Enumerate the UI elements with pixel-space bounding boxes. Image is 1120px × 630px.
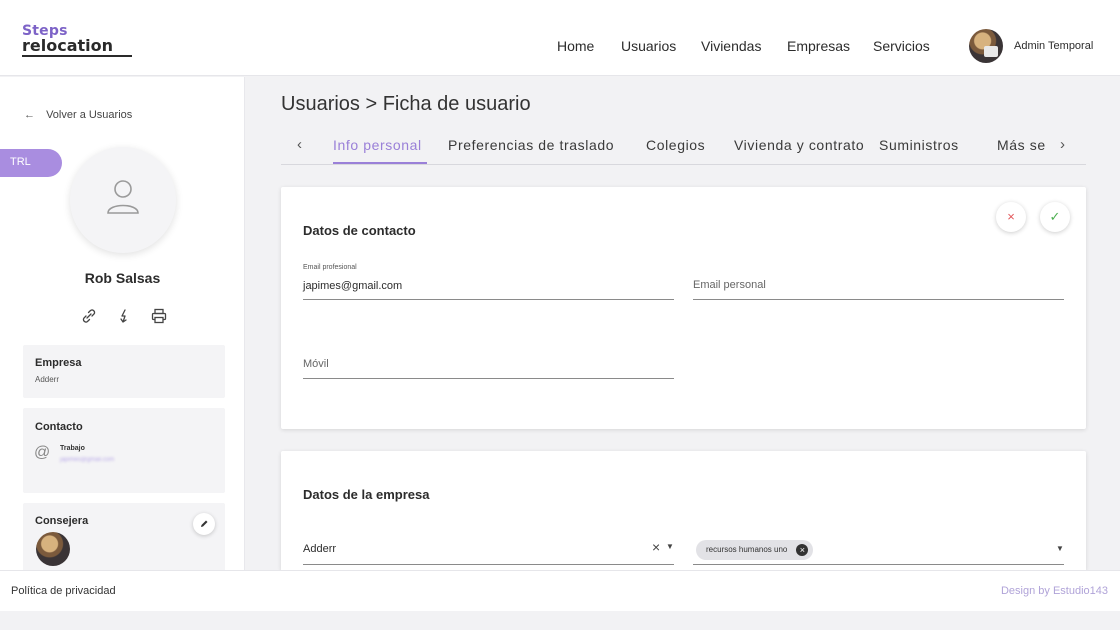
company-select-underline <box>303 564 674 565</box>
nav-viviendas[interactable]: Viviendas <box>701 38 761 54</box>
app-root: Steps relocation Home Usuarios Viviendas… <box>0 0 1120 630</box>
tab-vivienda[interactable]: Vivienda y contrato <box>734 137 864 153</box>
empresa-panel: Datos de la empresa Adderr × ▼ recursos … <box>281 451 1086 570</box>
tab-info-personal[interactable]: Info personal <box>333 137 422 153</box>
brand-logo[interactable]: Steps relocation <box>22 24 132 64</box>
pencil-icon <box>201 520 208 527</box>
user-icon <box>107 180 139 214</box>
profile-actions <box>80 307 170 329</box>
clear-icon[interactable]: × <box>652 539 660 555</box>
user-sidebar: ← Volver a Usuarios TRL Rob Salsas Empre… <box>0 77 245 570</box>
email-personal-underline <box>693 299 1064 300</box>
company-select-value: Adderr <box>303 543 337 555</box>
email-profesional-underline <box>303 299 674 300</box>
empresa-card: Empresa Adderr <box>23 345 225 398</box>
empresa-panel-title: Datos de la empresa <box>303 487 430 502</box>
movil-underline <box>303 378 674 379</box>
check-icon: ✓ <box>1049 209 1061 224</box>
profile-avatar <box>70 147 176 253</box>
confirm-button[interactable]: ✓ <box>1040 202 1070 232</box>
brand-line-2: relocation <box>22 38 132 57</box>
back-link[interactable]: ← Volver a Usuarios <box>24 109 132 121</box>
active-tab-indicator <box>333 162 427 164</box>
consejera-title: Consejera <box>35 515 89 527</box>
tab-suministros[interactable]: Suministros <box>879 137 959 153</box>
print-icon[interactable] <box>150 307 168 325</box>
chevron-right-icon[interactable]: › <box>1060 136 1065 153</box>
at-icon: @ <box>34 444 51 461</box>
design-credit[interactable]: Design by Estudio143 <box>1001 585 1108 597</box>
page-title: Usuarios > Ficha de usuario <box>281 93 531 115</box>
close-icon: × <box>1007 209 1015 224</box>
edit-consejera-button[interactable] <box>193 513 215 535</box>
contact-panel-title: Datos de contacto <box>303 223 416 238</box>
page-footer: Política de privacidad Design by Estudio… <box>0 570 1120 611</box>
contacto-card: Contacto @ Trabajo japimes@gmail.com <box>23 408 225 493</box>
email-profesional-value[interactable]: japimes@gmail.com <box>303 280 402 292</box>
profile-name: Rob Salsas <box>84 270 161 286</box>
chevron-down-icon[interactable]: ▼ <box>1056 544 1064 553</box>
chevron-down-icon[interactable]: ▼ <box>666 542 674 551</box>
contacto-email[interactable]: japimes@gmail.com <box>60 457 114 463</box>
contacto-title: Contacto <box>35 421 83 433</box>
contact-panel: Datos de contacto × ✓ Email profesional … <box>281 187 1086 429</box>
nav-usuarios[interactable]: Usuarios <box>621 38 676 54</box>
tab-preferencias[interactable]: Preferencias de traslado <box>448 137 614 153</box>
department-chip: recursos humanos uno × <box>696 540 814 560</box>
tab-colegios[interactable]: Colegios <box>646 137 705 153</box>
nav-empresas[interactable]: Empresas <box>787 38 850 54</box>
user-name[interactable]: Admin Temporal <box>1014 40 1093 52</box>
department-chip-label: recursos humanos uno <box>706 545 788 554</box>
movil-placeholder[interactable]: Móvil <box>303 358 329 370</box>
department-select-underline <box>693 564 1064 565</box>
tab-mas[interactable]: Más se <box>997 137 1046 153</box>
top-header: Steps relocation Home Usuarios Viviendas… <box>0 0 1120 76</box>
nav-servicios[interactable]: Servicios <box>873 38 930 54</box>
cancel-button[interactable]: × <box>996 202 1026 232</box>
privacy-link[interactable]: Política de privacidad <box>11 585 116 597</box>
chevron-left-icon[interactable]: ‹ <box>297 136 302 153</box>
contacto-label: Trabajo <box>60 445 85 452</box>
consejera-avatar <box>36 532 70 566</box>
profile-tabs: ‹ Info personal Preferencias de traslado… <box>281 128 1086 165</box>
email-personal-placeholder[interactable]: Email personal <box>693 279 766 291</box>
arrow-left-icon: ← <box>24 109 35 121</box>
download-icon[interactable] <box>115 307 133 325</box>
back-link-label: Volver a Usuarios <box>46 109 133 121</box>
role-badge: TRL <box>0 149 62 177</box>
nav-home[interactable]: Home <box>557 38 594 54</box>
empresa-title: Empresa <box>35 357 82 369</box>
remove-chip-icon[interactable]: × <box>796 544 809 556</box>
email-profesional-label: Email profesional <box>303 264 357 271</box>
user-avatar[interactable] <box>969 29 1003 63</box>
empresa-value: Adderr <box>35 375 60 384</box>
link-icon[interactable] <box>80 307 98 325</box>
